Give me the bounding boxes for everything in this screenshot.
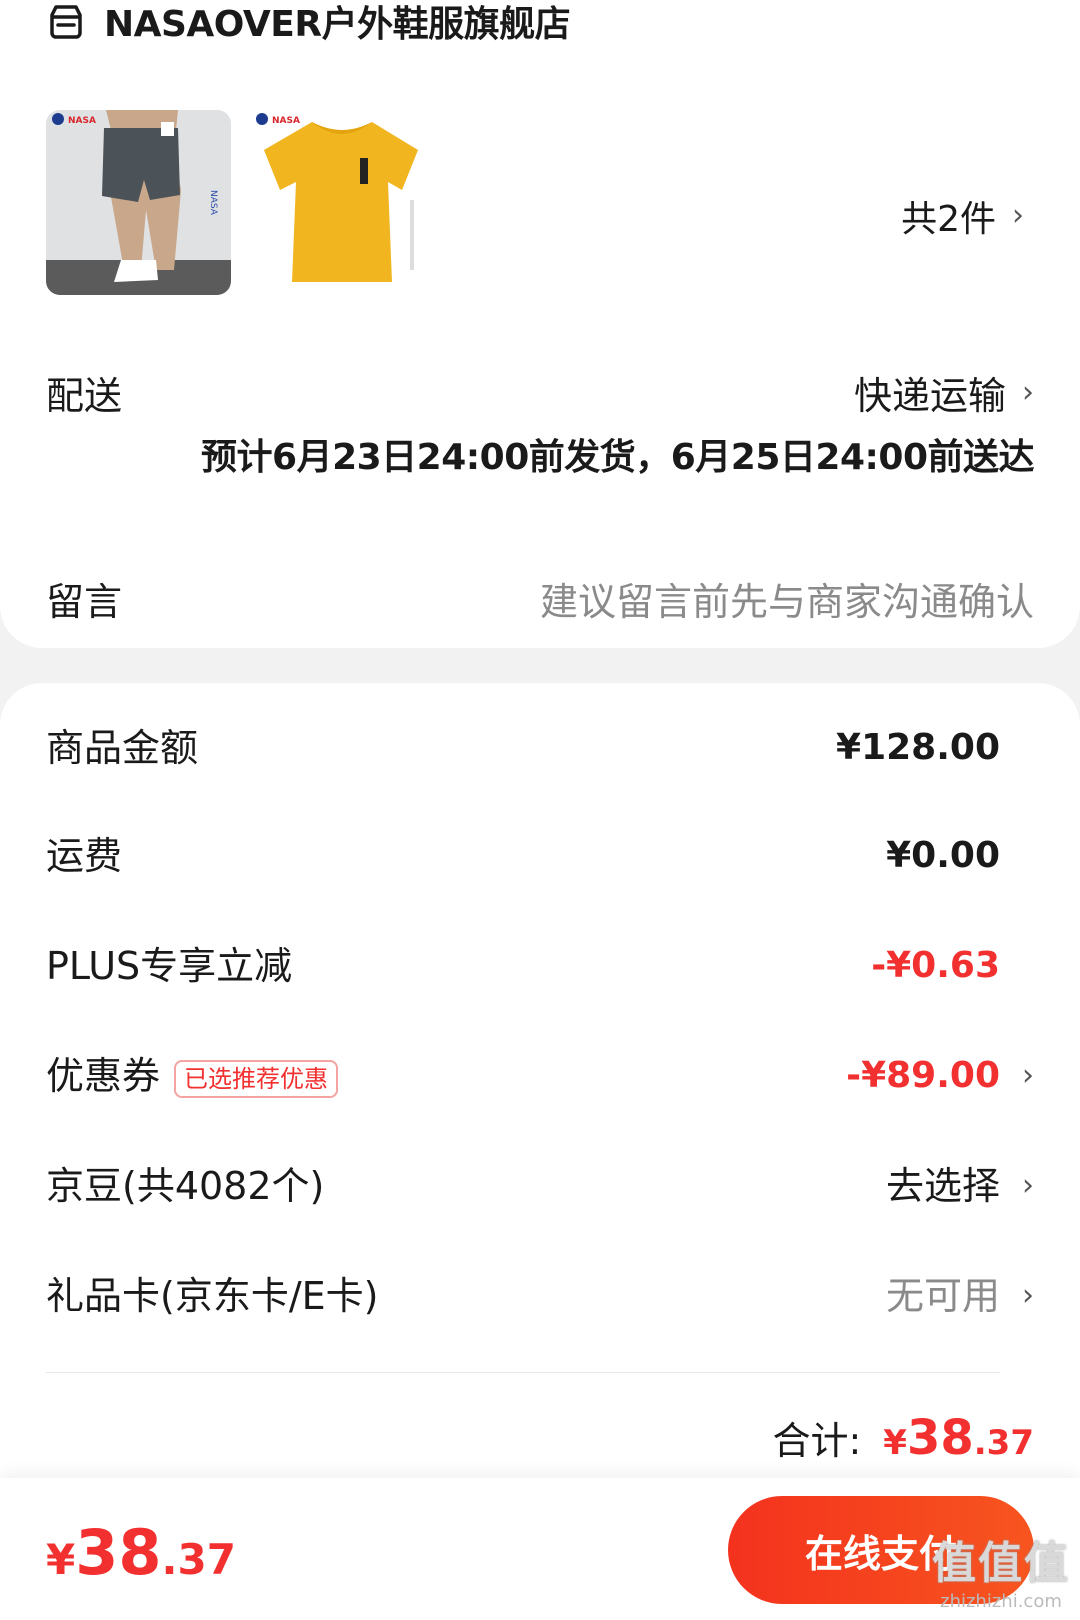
gift-card-row[interactable]: 礼品卡(京东卡/E卡) 无可用 › (0, 1266, 1080, 1326)
delivery-label: 配送 (46, 374, 123, 418)
watermark: 值值值 zhizhizhi.com (932, 1527, 1070, 1612)
chevron-right-icon: › (1012, 198, 1024, 233)
watermark-url: zhizhizhi.com (940, 1591, 1062, 1612)
pay-total: ¥ 38 .37 (46, 1516, 236, 1589)
subtotal-integer: 38 (906, 1410, 974, 1466)
shipping-fee-row: 运费 ¥0.00 (0, 826, 1080, 886)
shipping-fee-label: 运费 (46, 834, 123, 878)
item-count-link[interactable]: 共2件 › (901, 190, 1024, 242)
note-input[interactable]: 建议留言前先与商家沟通确认 (540, 571, 1034, 626)
chevron-right-icon: › (1022, 374, 1034, 410)
coupon-row[interactable]: 优惠券 已选推荐优惠 -¥89.00 › (0, 1046, 1080, 1106)
delivery-method-selector[interactable]: 快递运输 › (854, 365, 1034, 420)
plus-discount-row: PLUS专享立减 -¥0.63 (0, 936, 1080, 996)
svg-text:NASA: NASA (272, 116, 300, 126)
divider (46, 1372, 1000, 1373)
jd-beans-label: 京豆(共4082个) (46, 1164, 325, 1208)
subtotal-label: 合计: (772, 1419, 862, 1463)
goods-amount-row: 商品金额 ¥128.00 (0, 718, 1080, 778)
pay-total-integer: 38 (75, 1516, 162, 1589)
jd-beans-row[interactable]: 京豆(共4082个) 去选择 › (0, 1156, 1080, 1216)
tshirt-image: NASA (250, 110, 435, 295)
pay-total-currency: ¥ (46, 1535, 76, 1584)
pay-total-decimal: .37 (161, 1535, 236, 1584)
chevron-right-icon: › (1022, 1058, 1034, 1093)
store-name[interactable]: NASAOVER户外鞋服旗舰店 (104, 0, 571, 47)
gift-card-label: 礼品卡(京东卡/E卡) (46, 1274, 379, 1318)
store-header[interactable]: NASAOVER户外鞋服旗舰店 (46, 0, 571, 45)
checkout-bar: ¥ 38 .37 在线支付 值值值 zhizhizhi.com (0, 1478, 1080, 1620)
store-icon (50, 5, 82, 39)
shipping-fee-value: ¥0.00 (886, 835, 1000, 876)
item-count: 共2件 (901, 199, 996, 240)
subtotal-currency: ¥ (883, 1423, 907, 1463)
watermark-logo: 值值值 (932, 1538, 1070, 1589)
delivery-method: 快递运输 (853, 374, 1006, 418)
note-label: 留言 (46, 580, 123, 624)
coupon-label-wrap: 优惠券 已选推荐优惠 (46, 1046, 339, 1106)
product-thumbnail-shorts[interactable]: NASA NASA (46, 110, 231, 295)
svg-text:NASA: NASA (208, 190, 218, 216)
coupon-badge: 已选推荐优惠 (174, 1059, 339, 1098)
coupon-label: 优惠券 (46, 1054, 161, 1098)
order-info-card: NASAOVER户外鞋服旗舰店 NASA NASA NASA 共2件 › 配送 … (0, 0, 1080, 648)
product-thumbnail-tshirt[interactable]: NASA (250, 110, 435, 295)
subtotal: 合计: ¥ 38 .37 (772, 1410, 1034, 1466)
shorts-image: NASA NASA (46, 110, 231, 295)
chevron-right-icon: › (1022, 1168, 1034, 1203)
chevron-right-icon: › (1022, 1278, 1034, 1313)
delivery-eta: 预计6月23日24:00前发货，6月25日24:00前送达 (201, 437, 1034, 478)
jd-beans-value: 去选择 (885, 1164, 1000, 1208)
subtotal-decimal: .37 (973, 1423, 1034, 1463)
goods-amount-label: 商品金额 (46, 726, 199, 770)
gift-card-value: 无可用 (885, 1274, 1000, 1318)
svg-text:NASA: NASA (68, 116, 96, 126)
coupon-value: -¥89.00 (846, 1055, 1000, 1096)
goods-amount-value: ¥128.00 (836, 727, 1000, 768)
plus-discount-label: PLUS专享立减 (46, 944, 293, 988)
plus-discount-value: -¥0.63 (871, 945, 1000, 986)
